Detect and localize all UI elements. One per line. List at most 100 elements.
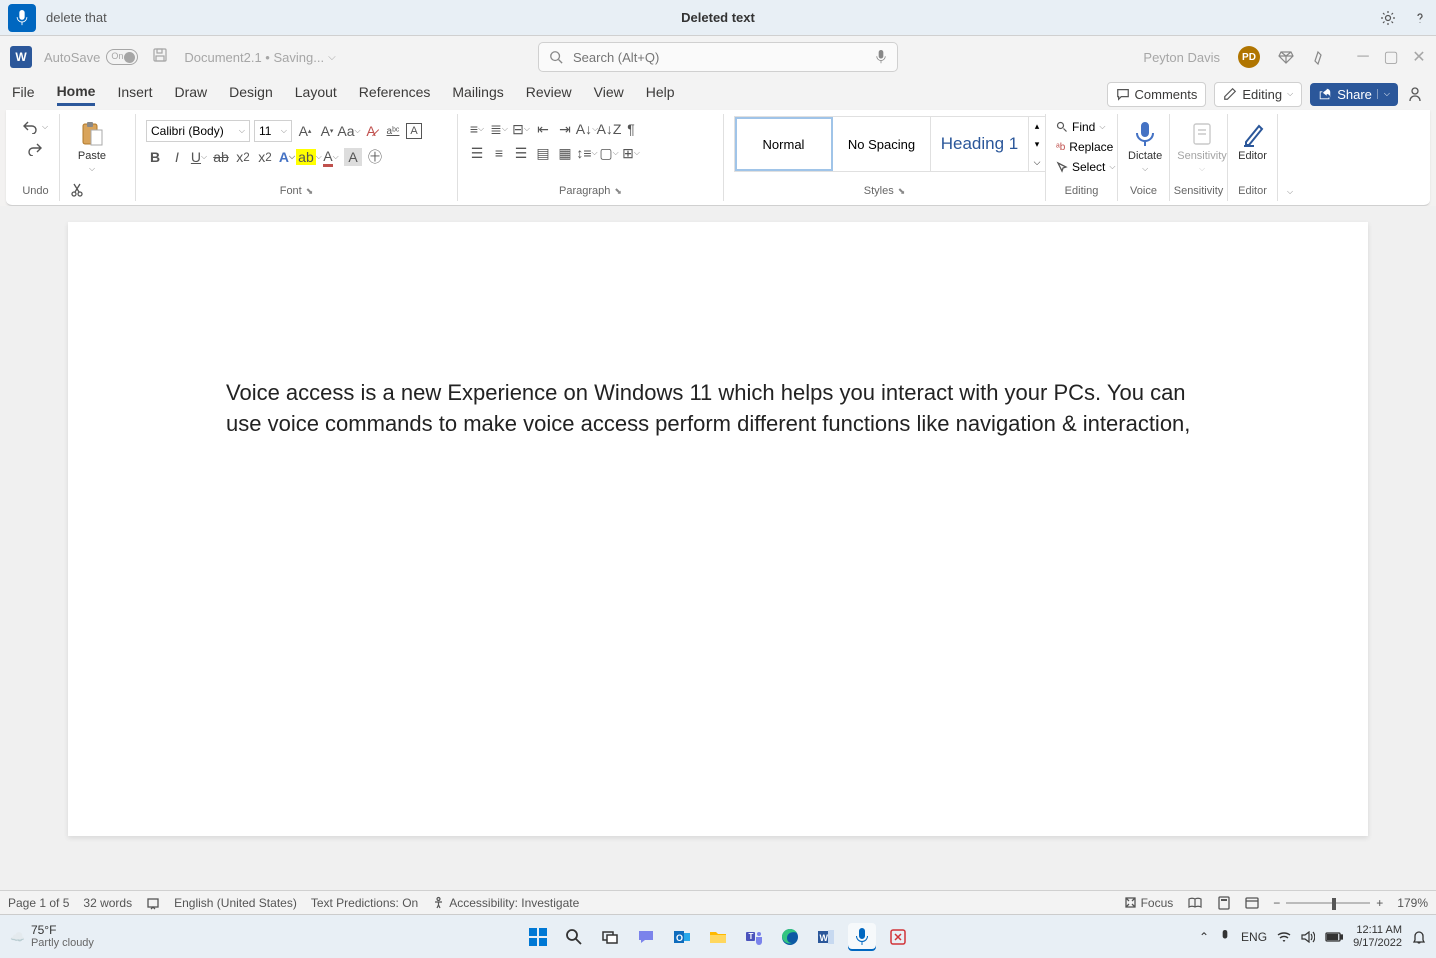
explorer-button[interactable] xyxy=(704,923,732,951)
chat-button[interactable] xyxy=(632,923,660,951)
undo-icon[interactable] xyxy=(22,120,38,134)
select-button[interactable]: Select⌵ xyxy=(1056,160,1115,174)
style-nospacing[interactable]: No Spacing xyxy=(833,117,931,171)
find-button[interactable]: Find⌵ xyxy=(1056,120,1105,134)
dialog-launcher-icon[interactable]: ⬊ xyxy=(306,186,314,197)
paste-button[interactable]: Paste ⌵ xyxy=(70,120,114,174)
search-box[interactable] xyxy=(538,42,898,72)
save-icon[interactable] xyxy=(152,47,168,68)
text-predictions[interactable]: Text Predictions: On xyxy=(311,896,418,910)
shading-icon[interactable]: ▢⌵ xyxy=(600,144,618,162)
tab-home[interactable]: Home xyxy=(57,83,96,106)
print-layout-icon[interactable] xyxy=(1217,896,1231,910)
chevron-down-icon[interactable]: ⌵ xyxy=(42,122,48,132)
tray-chevron-icon[interactable]: ⌃ xyxy=(1199,930,1209,944)
teams-present-icon[interactable] xyxy=(1406,85,1424,103)
document-page[interactable]: Voice access is a new Experience on Wind… xyxy=(68,222,1368,836)
tray-mic-icon[interactable] xyxy=(1219,930,1231,944)
font-size-combo[interactable]: 11⌵ xyxy=(254,120,292,142)
char-shading-icon[interactable]: A xyxy=(344,148,362,166)
strike-icon[interactable]: ab xyxy=(212,148,230,166)
chevron-down-icon[interactable]: ⌵ xyxy=(328,52,336,63)
tab-insert[interactable]: Insert xyxy=(117,84,152,104)
premium-diamond-icon[interactable] xyxy=(1278,49,1294,65)
user-name-label[interactable]: Peyton Davis xyxy=(1143,50,1220,65)
spellcheck-icon[interactable] xyxy=(146,896,160,910)
zoom-level[interactable]: 179% xyxy=(1397,896,1428,910)
read-mode-icon[interactable] xyxy=(1187,896,1203,910)
zoom-control[interactable]: − + xyxy=(1273,896,1383,910)
enclose-chars-icon[interactable]: ㊉ xyxy=(366,148,384,166)
zoom-out-icon[interactable]: − xyxy=(1273,896,1280,910)
voice-mic-button[interactable] xyxy=(8,4,36,32)
style-normal[interactable]: Normal xyxy=(735,117,833,171)
task-view-button[interactable] xyxy=(596,923,624,951)
outlook-button[interactable]: O xyxy=(668,923,696,951)
sort-az-icon[interactable]: A↓Z xyxy=(600,120,618,138)
search-input[interactable] xyxy=(573,50,865,65)
scroll-up-icon[interactable]: ▴ xyxy=(1035,121,1040,132)
start-button[interactable] xyxy=(524,923,552,951)
tab-file[interactable]: File xyxy=(12,84,35,104)
document-body-text[interactable]: Voice access is a new Experience on Wind… xyxy=(226,377,1210,439)
grow-font-icon[interactable]: A▴ xyxy=(296,122,314,140)
font-name-combo[interactable]: Calibri (Body)⌵ xyxy=(146,120,250,142)
document-title[interactable]: Document2.1 • Saving... xyxy=(184,50,324,65)
coming-soon-icon[interactable] xyxy=(1312,49,1328,65)
volume-icon[interactable] xyxy=(1301,931,1315,943)
distributed-icon[interactable]: ▦ xyxy=(556,144,574,162)
dictate-button[interactable]: Dictate⌵ xyxy=(1128,120,1162,174)
voice-access-taskbar-button[interactable] xyxy=(848,923,876,951)
expand-icon[interactable]: ⌵ xyxy=(1034,157,1041,168)
word-app-icon[interactable]: W xyxy=(10,46,32,68)
avatar[interactable]: PD xyxy=(1238,46,1260,68)
tray-language[interactable]: ENG xyxy=(1241,930,1267,944)
italic-icon[interactable]: I xyxy=(168,148,186,166)
borders-icon[interactable]: ⊞⌵ xyxy=(622,144,640,162)
collapse-ribbon-icon[interactable]: ⌵ xyxy=(1287,187,1293,197)
word-count[interactable]: 32 words xyxy=(83,896,132,910)
replace-button[interactable]: ᵃbReplace xyxy=(1056,140,1113,154)
snipping-tool-button[interactable] xyxy=(884,923,912,951)
clear-format-icon[interactable]: A̷ xyxy=(362,122,380,140)
justify-icon[interactable]: ▤ xyxy=(534,144,552,162)
maximize-button[interactable]: ▢ xyxy=(1384,50,1398,64)
align-center-icon[interactable]: ≡ xyxy=(490,144,508,162)
superscript-icon[interactable]: x2 xyxy=(256,148,274,166)
change-case-icon[interactable]: Aa⌵ xyxy=(340,122,358,140)
page-indicator[interactable]: Page 1 of 5 xyxy=(8,896,69,910)
char-border-icon[interactable]: A xyxy=(406,123,422,139)
word-taskbar-button[interactable]: W xyxy=(812,923,840,951)
tab-references[interactable]: References xyxy=(359,84,431,104)
dialog-launcher-icon[interactable]: ⬊ xyxy=(614,186,622,197)
show-marks-icon[interactable]: ¶ xyxy=(622,120,640,138)
multilevel-icon[interactable]: ⊟⌵ xyxy=(512,120,530,138)
redo-icon[interactable] xyxy=(27,142,43,156)
tab-review[interactable]: Review xyxy=(526,84,572,104)
styles-gallery[interactable]: Normal No Spacing Heading 1 ▴ ▾ ⌵ xyxy=(734,116,1046,172)
tab-mailings[interactable]: Mailings xyxy=(452,84,503,104)
wifi-icon[interactable] xyxy=(1277,931,1291,943)
dialog-launcher-icon[interactable]: ⬊ xyxy=(898,186,906,197)
clock[interactable]: 12:11 AM 9/17/2022 xyxy=(1353,924,1402,948)
comments-button[interactable]: Comments xyxy=(1107,82,1207,107)
bullets-icon[interactable]: ≡⌵ xyxy=(468,120,486,138)
tab-view[interactable]: View xyxy=(594,84,624,104)
phonetic-guide-icon[interactable]: aᵇᶜ xyxy=(384,122,402,140)
editor-button[interactable]: Editor xyxy=(1238,120,1267,162)
accessibility-checker[interactable]: Accessibility: Investigate xyxy=(432,896,579,910)
sort-icon[interactable]: A↓⌵ xyxy=(578,120,596,138)
settings-icon[interactable] xyxy=(1380,10,1396,26)
weather-widget[interactable]: ☁️ 75°F Partly cloudy xyxy=(10,924,94,949)
align-left-icon[interactable]: ☰ xyxy=(468,144,486,162)
minimize-button[interactable]: ─ xyxy=(1356,50,1370,64)
font-color-icon[interactable]: A⌵ xyxy=(322,148,340,166)
document-canvas[interactable]: Voice access is a new Experience on Wind… xyxy=(0,206,1436,890)
align-right-icon[interactable]: ☰ xyxy=(512,144,530,162)
search-mic-icon[interactable] xyxy=(875,50,887,64)
notification-icon[interactable] xyxy=(1412,930,1426,944)
zoom-slider[interactable] xyxy=(1286,902,1370,904)
shrink-font-icon[interactable]: A▾ xyxy=(318,122,336,140)
editing-mode-button[interactable]: Editing ⌵ xyxy=(1214,82,1302,107)
dec-indent-icon[interactable]: ⇤ xyxy=(534,120,552,138)
